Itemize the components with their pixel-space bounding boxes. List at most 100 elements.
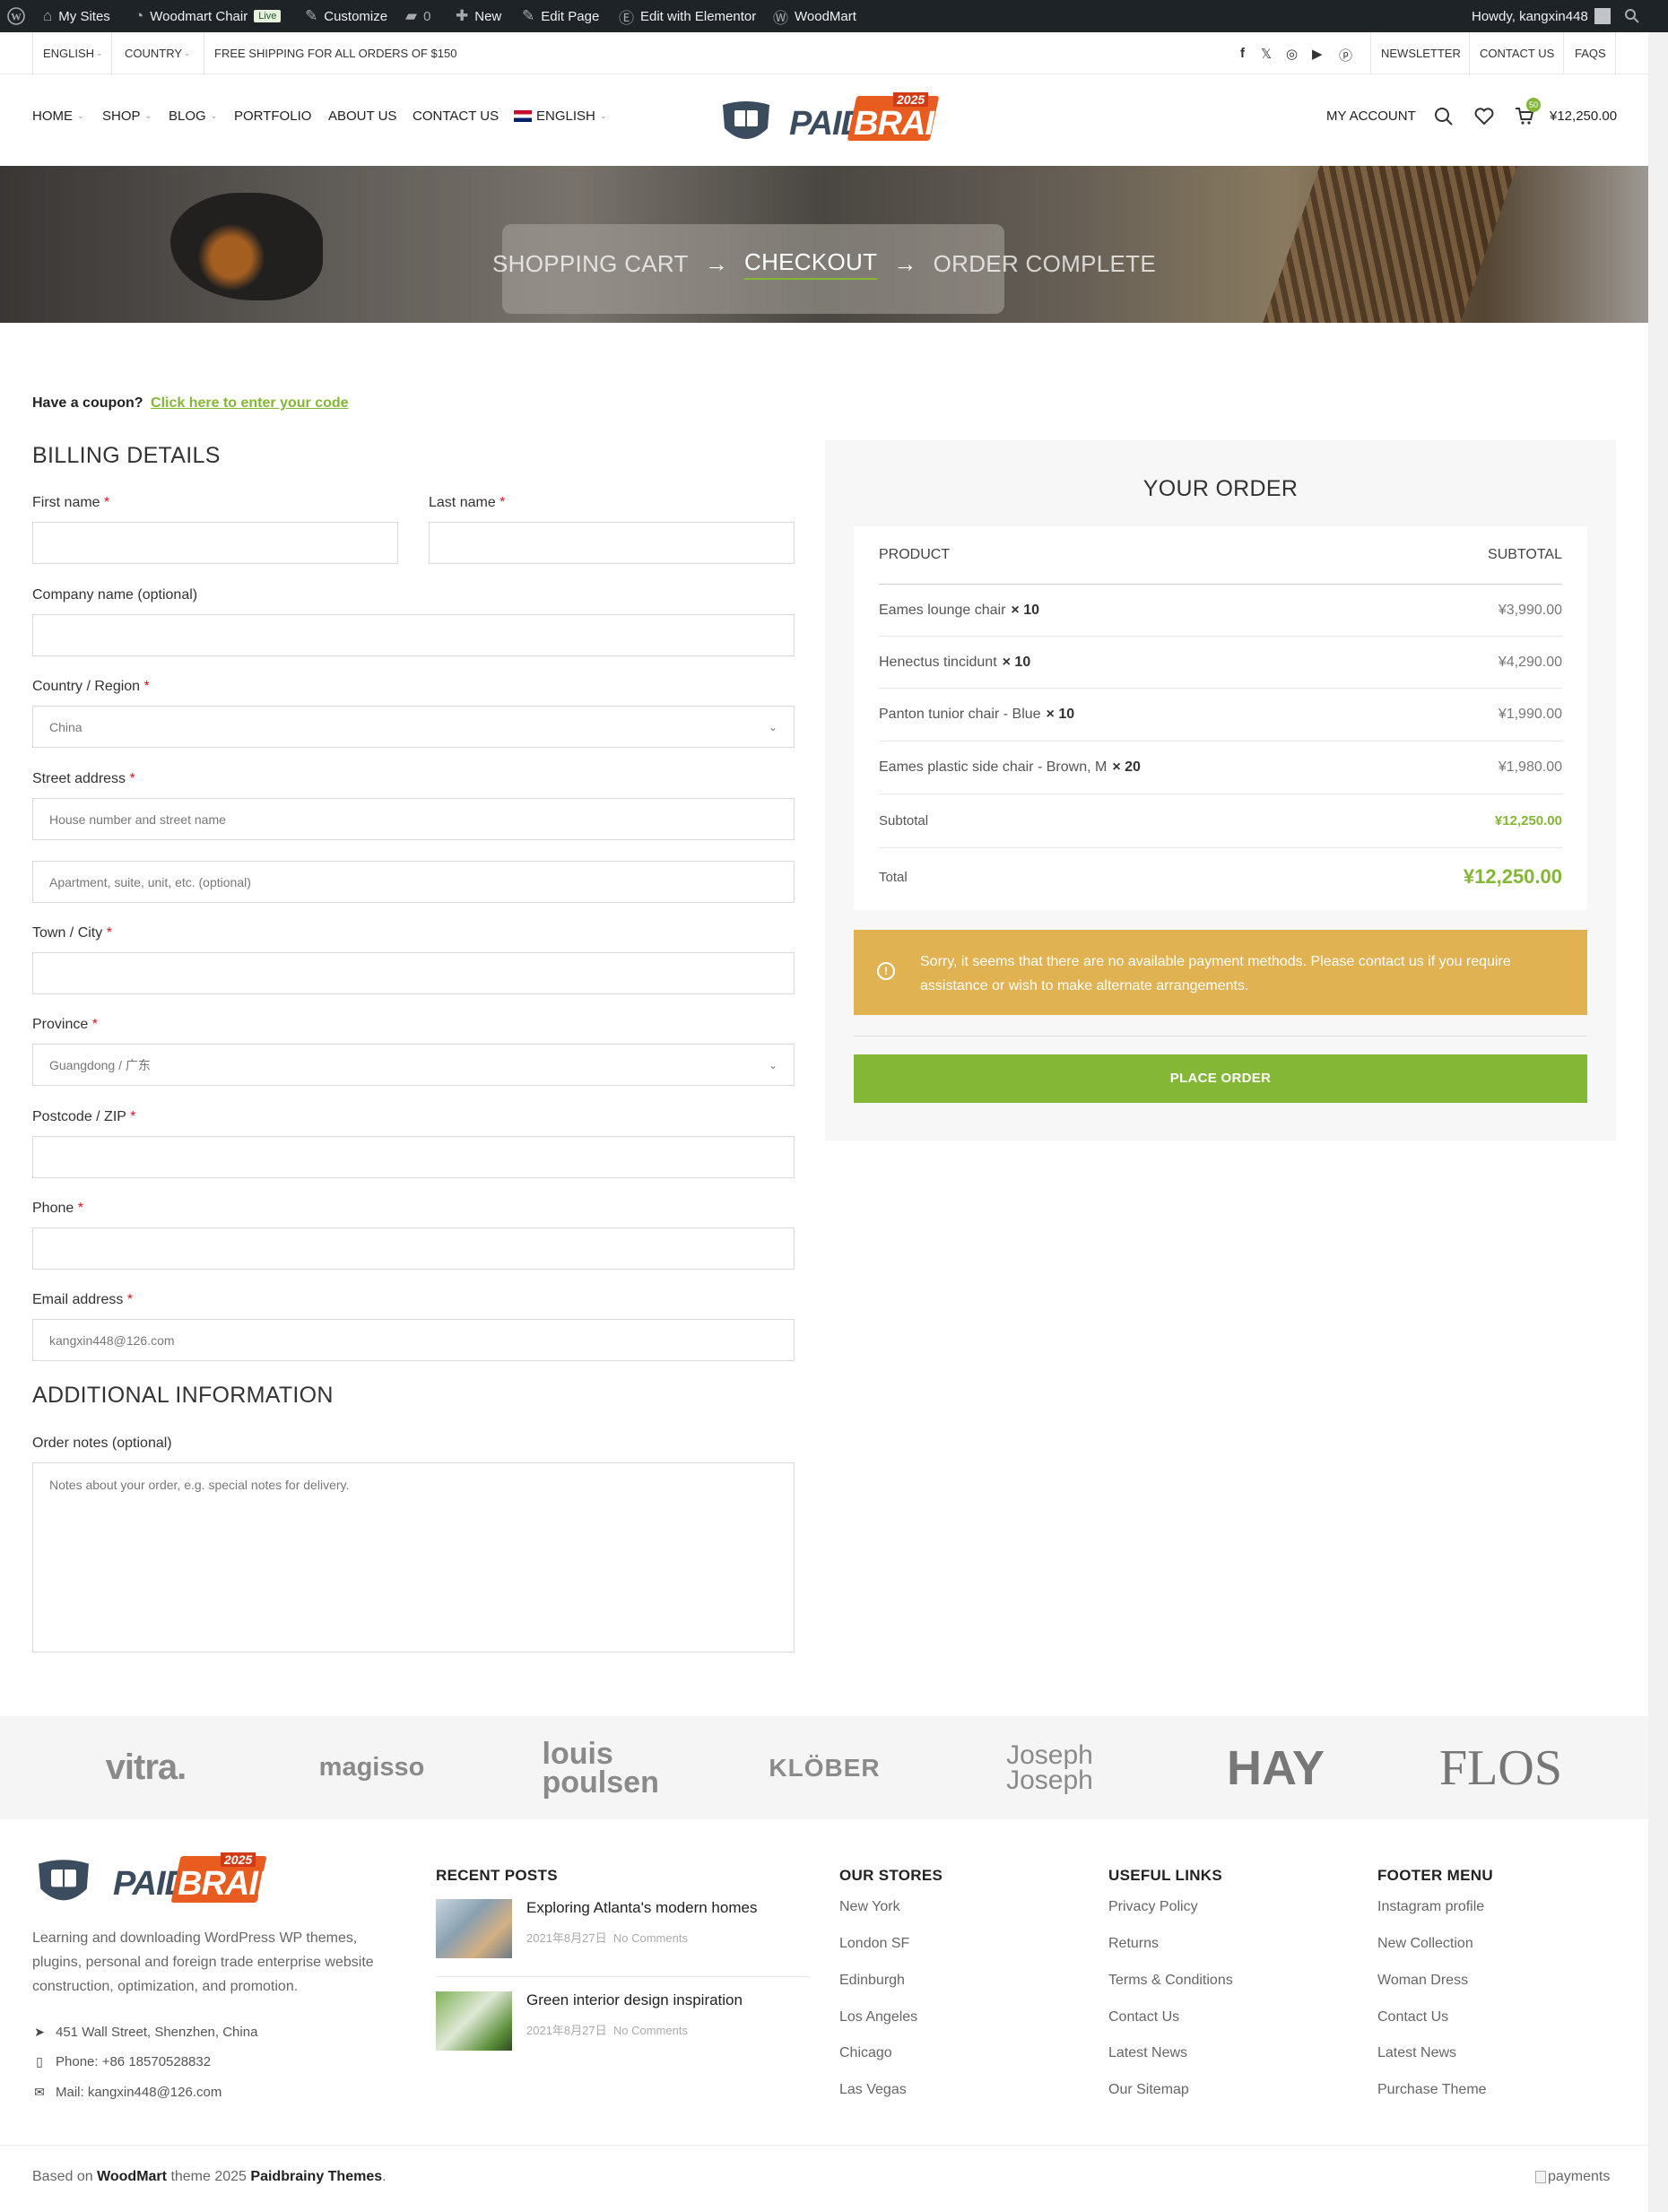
topbar-link-newsletter[interactable]: NEWSLETTER	[1381, 32, 1461, 74]
comment-icon: ▰	[405, 7, 418, 24]
admin-account[interactable]: Howdy, kangxin448	[1472, 0, 1611, 32]
footer-menu-link[interactable]: New Collection	[1377, 1936, 1473, 1952]
pinterest-icon[interactable]: ⓟ	[1339, 46, 1352, 65]
store-link[interactable]: Chicago	[839, 2045, 892, 2061]
store-link[interactable]: Edinburgh	[839, 1973, 905, 1989]
chevron-down-icon: ⌄	[768, 720, 778, 733]
store-link[interactable]: London SF	[839, 1936, 909, 1952]
wordpress-logo-icon[interactable]: W	[7, 0, 25, 32]
site-logo[interactable]: PAID BRAINY 2025	[717, 92, 980, 146]
admin-bar: W ⌂ My Sites ◔ Woodmart Chair Live ✎ Cus…	[0, 0, 1668, 32]
post-comments[interactable]: No Comments	[613, 1931, 688, 1945]
nav-contact[interactable]: CONTACT US	[413, 108, 499, 124]
brand-flos[interactable]: FLOS	[1409, 1716, 1593, 1819]
last-name-label: Last name *	[429, 495, 505, 511]
useful-link[interactable]: Contact Us	[1108, 2009, 1179, 2025]
admin-edit-elementor[interactable]: Ⓔ Edit with Elementor	[619, 0, 756, 32]
useful-link[interactable]: Returns	[1108, 1936, 1159, 1952]
wishlist-heart-icon[interactable]	[1474, 108, 1494, 126]
brand-klober[interactable]: KLÖBER	[733, 1716, 917, 1819]
store-link[interactable]: New York	[839, 1899, 900, 1915]
cart-total[interactable]: ¥12,250.00	[1550, 108, 1617, 124]
admin-customize[interactable]: ✎ Customize	[305, 0, 387, 32]
footer-logo-brainy: BRAINY	[178, 1865, 304, 1903]
admin-edit-page[interactable]: ✎ Edit Page	[522, 0, 599, 32]
phone-field[interactable]	[32, 1227, 795, 1270]
search-icon[interactable]	[1434, 107, 1454, 126]
nav-home[interactable]: HOME ⌄	[32, 108, 84, 124]
scrollbar-track[interactable]	[1648, 32, 1668, 2212]
admin-comments[interactable]: ▰ 0	[405, 0, 430, 32]
footer-logo[interactable]: PAID BRAINY 2025	[32, 1852, 304, 1910]
post-thumbnail[interactable]	[436, 1991, 512, 2051]
footer-menu-link[interactable]: Contact Us	[1377, 2009, 1448, 2025]
instagram-icon[interactable]: ◎	[1286, 46, 1298, 62]
order-item-qty: × 20	[1112, 759, 1141, 775]
province-select[interactable]: Guangdong / 广东 ⌄	[32, 1044, 795, 1086]
nav-portfolio[interactable]: PORTFOLIO	[234, 108, 311, 124]
first-name-field[interactable]	[32, 522, 398, 564]
step-checkout[interactable]: CHECKOUT	[744, 248, 878, 280]
footer-address: ➤ 451 Wall Street, Shenzhen, China	[32, 2025, 257, 2040]
cart-button[interactable]: 50	[1514, 98, 1541, 126]
useful-link[interactable]: Our Sitemap	[1108, 2082, 1189, 2098]
brand-louis-poulsen[interactable]: louis poulsen	[504, 1716, 688, 1819]
order-item: Eames lounge chair × 10 ¥3,990.00	[879, 585, 1562, 637]
admin-search-icon[interactable]	[1624, 0, 1640, 32]
step-shopping-cart[interactable]: SHOPPING CART	[492, 250, 689, 278]
postcode-field[interactable]	[32, 1136, 795, 1178]
post-thumbnail[interactable]	[436, 1899, 512, 1958]
admin-new[interactable]: ✚ New	[456, 0, 501, 32]
place-order-button[interactable]: PLACE ORDER	[854, 1054, 1587, 1103]
post-title[interactable]: Exploring Atlanta's modern homes	[526, 1899, 757, 1917]
facebook-icon[interactable]: f	[1240, 46, 1245, 61]
city-field[interactable]	[32, 952, 795, 994]
nav-blog[interactable]: BLOG ⌄	[169, 108, 217, 124]
admin-site-name[interactable]: ◔ Woodmart Chair Live	[135, 0, 282, 32]
brand-louis-poulsen-text: louis poulsen	[542, 1736, 659, 1800]
admin-my-sites[interactable]: ⌂ My Sites	[43, 0, 110, 32]
order-notes-textarea[interactable]: Notes about your order, e.g. special not…	[32, 1462, 795, 1652]
x-twitter-icon[interactable]: 𝕏	[1261, 46, 1272, 62]
woodmart-link[interactable]: WoodMart	[97, 2169, 167, 2184]
checkout-steps: SHOPPING CART → CHECKOUT → ORDER COMPLET…	[0, 243, 1648, 284]
order-item: Eames plastic side chair - Brown, M × 20 …	[879, 742, 1562, 794]
country-switcher[interactable]: COUNTRY ⌄	[125, 32, 191, 74]
order-item-price: ¥3,990.00	[1498, 602, 1562, 618]
topbar-link-faqs[interactable]: FAQS	[1575, 32, 1606, 74]
my-account-link[interactable]: MY ACCOUNT	[1326, 108, 1416, 124]
email-field[interactable]: kangxin448@126.com	[32, 1319, 795, 1361]
useful-link[interactable]: Latest News	[1108, 2045, 1187, 2061]
country-select[interactable]: China ⌄	[32, 706, 795, 748]
brand-magisso[interactable]: magisso	[280, 1716, 464, 1819]
useful-link[interactable]: Privacy Policy	[1108, 1899, 1198, 1915]
useful-link[interactable]: Terms & Conditions	[1108, 1973, 1233, 1989]
brand-vitra[interactable]: vitra.	[54, 1716, 238, 1819]
nav-language[interactable]: ENGLISH ⌄	[514, 108, 606, 124]
nav-shop[interactable]: SHOP ⌄	[102, 108, 152, 124]
language-switcher[interactable]: ENGLISH ⌄	[43, 32, 103, 74]
post-comments[interactable]: No Comments	[613, 2024, 688, 2037]
last-name-field[interactable]	[429, 522, 795, 564]
post-title[interactable]: Green interior design inspiration	[526, 1991, 743, 2009]
brand-joseph-joseph[interactable]: Joseph Joseph	[958, 1716, 1142, 1819]
street-address-2-field[interactable]: Apartment, suite, unit, etc. (optional)	[32, 861, 795, 903]
company-field[interactable]	[32, 614, 795, 656]
order-item-name: Henectus tincidunt	[879, 654, 997, 670]
nav-about[interactable]: ABOUT US	[328, 108, 396, 124]
coupon-link[interactable]: Click here to enter your code	[151, 395, 349, 411]
footer-menu-link[interactable]: Latest News	[1377, 2045, 1456, 2061]
topbar-link-contact[interactable]: CONTACT US	[1480, 32, 1554, 74]
brands-strip: vitra. magisso louis poulsen KLÖBER Jose…	[0, 1716, 1648, 1819]
store-link[interactable]: Las Vegas	[839, 2082, 907, 2098]
paidbrainy-link[interactable]: Paidbrainy Themes	[250, 2169, 382, 2184]
admin-woodmart[interactable]: Ⓦ WoodMart	[773, 0, 856, 32]
store-link[interactable]: Los Angeles	[839, 2009, 917, 2025]
footer-menu-link[interactable]: Purchase Theme	[1377, 2082, 1487, 2098]
footer-menu-link[interactable]: Woman Dress	[1377, 1973, 1468, 1989]
footer-menu-link[interactable]: Instagram profile	[1377, 1899, 1484, 1915]
street-address-field[interactable]: House number and street name	[32, 798, 795, 840]
required-mark: *	[126, 1292, 134, 1307]
youtube-icon[interactable]: ▶	[1312, 46, 1323, 62]
brand-hay[interactable]: HAY	[1184, 1716, 1368, 1819]
